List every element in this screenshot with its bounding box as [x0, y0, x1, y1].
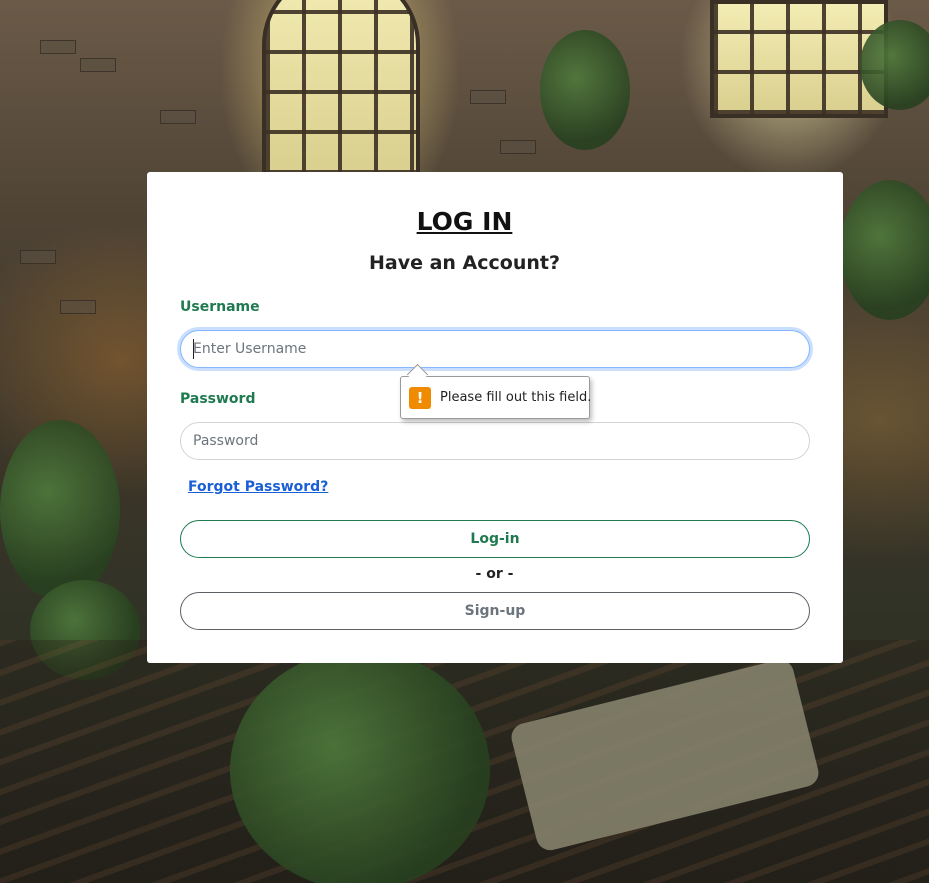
- brick: [470, 90, 506, 104]
- password-label: Password: [180, 391, 256, 407]
- brick: [160, 110, 196, 124]
- plant: [540, 30, 630, 150]
- brick: [60, 300, 96, 314]
- brick: [500, 140, 536, 154]
- or-separator: - or -: [475, 566, 514, 582]
- text-caret: [193, 339, 194, 359]
- page-title: LOG IN: [416, 207, 513, 236]
- warning-icon: !: [409, 386, 431, 409]
- login-button[interactable]: Log-in: [180, 520, 810, 558]
- page-subtitle: Have an Account?: [368, 252, 560, 274]
- validation-message: Please fill out this field.: [440, 390, 592, 405]
- brick: [40, 40, 76, 54]
- arched-window: [262, 0, 420, 178]
- large-plant: [230, 650, 490, 883]
- password-input[interactable]: [180, 422, 810, 460]
- validation-tooltip: ! Please fill out this field.: [400, 376, 592, 419]
- brick: [80, 58, 116, 72]
- username-label: Username: [180, 299, 260, 315]
- forgot-password-link[interactable]: Forgot Password?: [188, 479, 328, 495]
- signup-button[interactable]: Sign-up: [180, 592, 810, 630]
- username-input[interactable]: [180, 330, 810, 368]
